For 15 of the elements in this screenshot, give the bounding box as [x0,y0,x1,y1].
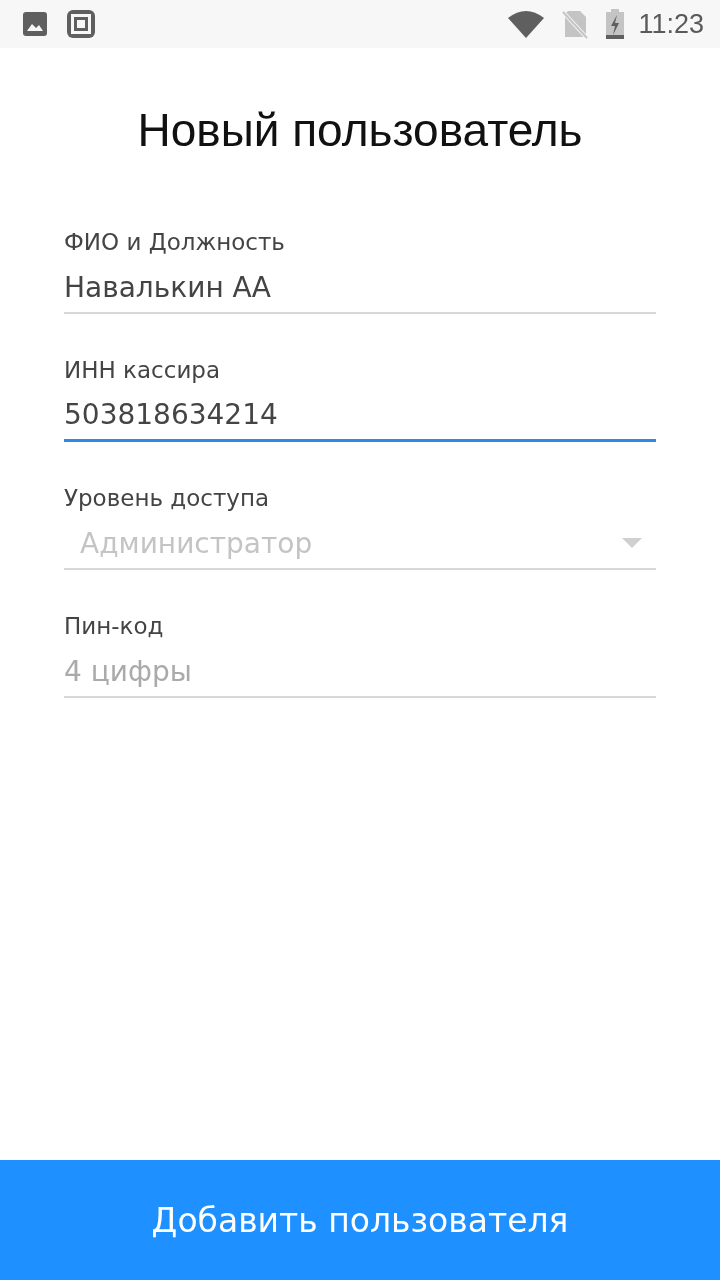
input-field[interactable]: 4 цифры [64,654,656,698]
field-label: Уровень доступа [64,484,271,513]
caret-icon [622,538,642,548]
image-icon [22,11,48,37]
input-field[interactable]: 503818634214 [64,398,656,442]
wifi-icon [508,10,545,38]
screen-title: Новый пользователь [136,103,584,158]
field-label: ФИО и Должность [64,228,286,257]
battery-charging-icon [606,9,625,39]
field-label: ИНН кассира [64,356,222,385]
no-sim-icon [562,9,589,39]
input-field[interactable]: Навалькин АА [64,270,656,314]
window-icon [66,9,96,39]
field-label: Пин-код [64,612,165,641]
clock: 11:23 [638,8,704,40]
